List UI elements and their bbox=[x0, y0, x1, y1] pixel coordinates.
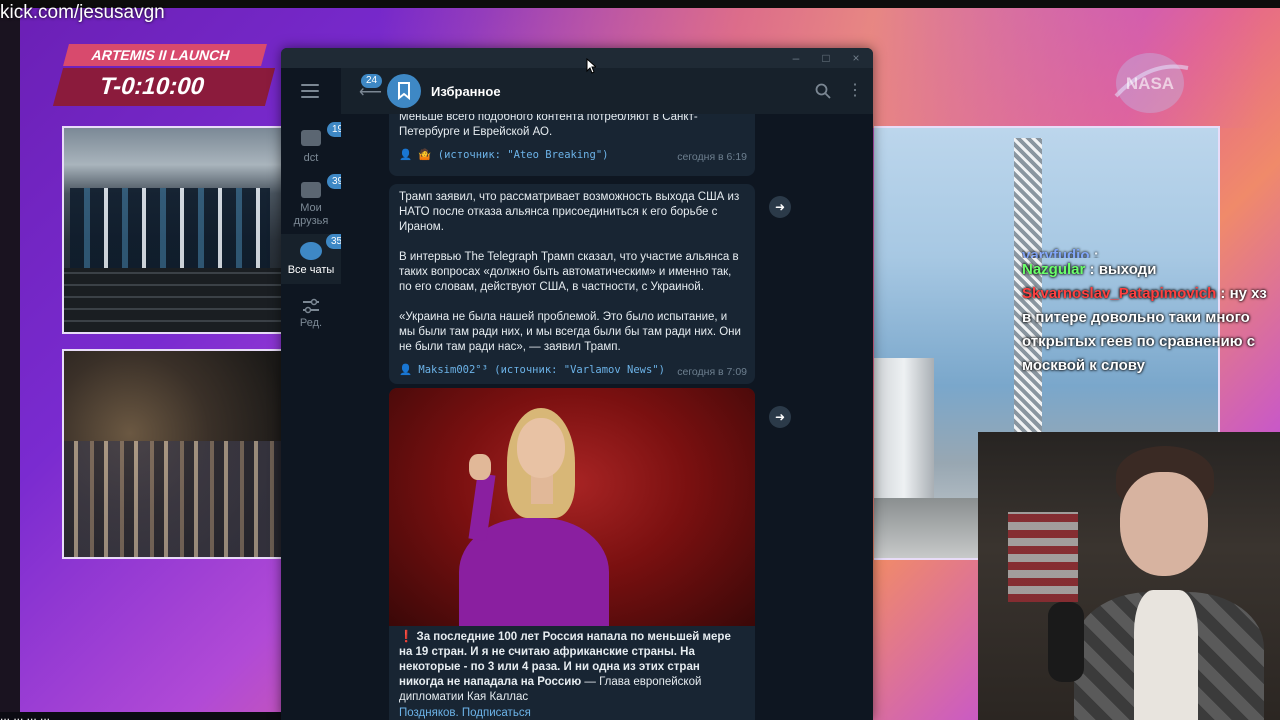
photo-person-face bbox=[517, 418, 565, 478]
streamer-tshirt bbox=[1134, 590, 1198, 720]
background-flag bbox=[1008, 512, 1078, 602]
edit-folders-icon bbox=[303, 298, 319, 314]
channel-url: kick.com/jesusavgn bbox=[0, 2, 165, 23]
chat-text: выходи bbox=[1098, 261, 1157, 278]
control-room-screens bbox=[70, 188, 270, 268]
minimize-button[interactable]: – bbox=[787, 50, 805, 66]
crowd-feed bbox=[62, 349, 286, 559]
photo-person-neck bbox=[531, 474, 553, 504]
message-bubble[interactable]: Трамп заявил, что рассматривает возможно… bbox=[389, 184, 755, 384]
chat-message: Nazgular : выходи bbox=[1022, 258, 1276, 282]
message-photo[interactable] bbox=[389, 388, 755, 626]
chat-username: Skvarnoslav_Patapimovich bbox=[1022, 285, 1217, 302]
message-bubble[interactable]: Меньше всего подобного контента потребля… bbox=[389, 114, 755, 176]
unread-badge: 24 bbox=[361, 74, 383, 88]
mission-control-feed bbox=[62, 126, 286, 334]
chat-message: varyfudio : bbox=[1022, 244, 1276, 258]
control-room-desks bbox=[64, 268, 284, 332]
chat-separator: : bbox=[1216, 285, 1230, 302]
saved-messages-avatar[interactable] bbox=[387, 74, 421, 108]
forward-button-icon[interactable]: ➜ bbox=[769, 196, 791, 218]
folder-friends[interactable]: 39 Мои друзья bbox=[281, 174, 349, 238]
nasa-logo-text: NASA bbox=[1126, 74, 1174, 93]
folder-label: dct bbox=[303, 152, 319, 164]
message-bubble[interactable]: ❗ За последние 100 лет Россия напала по … bbox=[389, 388, 755, 720]
mouse-cursor-icon bbox=[586, 58, 596, 74]
nasa-logo: NASA bbox=[1114, 53, 1189, 113]
window-titlebar[interactable]: – □ × bbox=[281, 48, 873, 68]
folder-label: Все чаты bbox=[287, 264, 335, 276]
microphone bbox=[1048, 602, 1084, 682]
message-paragraph: «Украина не была нашей проблемой. Это бы… bbox=[399, 311, 741, 353]
folder-icon: 39 bbox=[301, 174, 349, 198]
launch-countdown: T-0:10:00 bbox=[52, 68, 276, 106]
menu-icon[interactable] bbox=[301, 84, 319, 98]
search-icon[interactable] bbox=[815, 83, 831, 99]
message-time: сегодня в 7:09 bbox=[677, 366, 747, 378]
forward-source[interactable]: 👤 Maksim002°³ (источник: "Varlamov News"… bbox=[399, 364, 665, 376]
message-list[interactable]: Меньше всего подобного контента потребля… bbox=[341, 114, 873, 720]
chat-header: ⟵ 24 Избранное ⋮ bbox=[341, 68, 873, 114]
message-paragraph: В интервью The Telegraph Трамп сказал, ч… bbox=[399, 251, 739, 293]
more-options-icon[interactable]: ⋮ bbox=[847, 83, 863, 99]
chat-title[interactable]: Избранное bbox=[431, 84, 501, 99]
streamer-webcam bbox=[978, 432, 1280, 720]
chats-icon: 354 bbox=[300, 234, 353, 260]
folder-label: Мои друзья bbox=[293, 202, 329, 227]
bottom-ticker: ... ... ... ... bbox=[0, 712, 300, 720]
subscribe-link[interactable]: Поздняков. Подписаться bbox=[389, 706, 541, 720]
folder-edit[interactable]: Ред. bbox=[281, 298, 341, 338]
message-forward-meta: 👤 Maksim002°³ (источник: "Varlamov News"… bbox=[389, 363, 755, 381]
close-button[interactable]: × bbox=[847, 50, 865, 66]
message-time: сегодня в 6:19 bbox=[677, 151, 747, 163]
folder-icon: 193 bbox=[301, 122, 354, 146]
stream-left-edge bbox=[0, 8, 20, 720]
chat-separator: : bbox=[1089, 247, 1099, 258]
chat-message: Skvarnoslav_Patapimovich : ну хз в питер… bbox=[1022, 282, 1276, 378]
folder-label: Ред. bbox=[299, 317, 323, 329]
folder-dct[interactable]: 193 dct bbox=[281, 122, 354, 178]
chat-separator: : bbox=[1085, 261, 1099, 278]
chat-username: Nazgular bbox=[1022, 261, 1086, 278]
maximize-button[interactable]: □ bbox=[817, 50, 835, 66]
bookmark-icon bbox=[398, 82, 410, 100]
message-text: Меньше всего подобного контента потребля… bbox=[399, 114, 698, 138]
folder-all-chats[interactable]: 354 Все чаты bbox=[281, 234, 353, 284]
telegram-window[interactable]: – □ × 193 dct 39 Мои друзья 354 Все чаты bbox=[281, 48, 873, 720]
message-caption: ❗ За последние 100 лет Россия напала по … bbox=[389, 630, 755, 705]
crowd-people bbox=[64, 441, 284, 557]
photo-person-fist bbox=[469, 454, 491, 480]
folder-sidebar: 193 dct 39 Мои друзья 354 Все чаты Ред. bbox=[281, 68, 354, 720]
launch-title: ARTEMIS II LAUNCH bbox=[63, 44, 267, 66]
forward-source[interactable]: 👤 🤷 (источник: "Ateo Breaking") bbox=[399, 149, 608, 161]
stream-chat-overlay: varyfudio : Nazgular : выходи Skvarnosla… bbox=[1016, 244, 1276, 378]
water-tower bbox=[874, 358, 934, 518]
message-paragraph: Трамп заявил, что рассматривает возможно… bbox=[399, 191, 740, 233]
forward-button-icon[interactable]: ➜ bbox=[769, 406, 791, 428]
chat-username: varyfudio bbox=[1022, 247, 1090, 258]
streamer-face bbox=[1120, 472, 1208, 576]
launch-countdown-card: ARTEMIS II LAUNCH T-0:10:00 bbox=[44, 44, 276, 106]
message-forward-meta: 👤 🤷 (источник: "Ateo Breaking") сегодня … bbox=[389, 148, 755, 166]
